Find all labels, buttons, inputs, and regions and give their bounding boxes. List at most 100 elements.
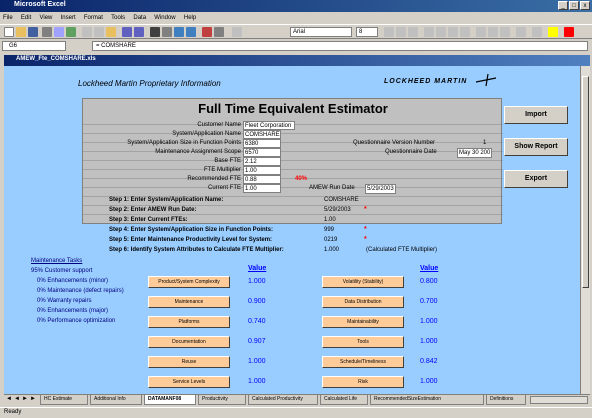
menu-file[interactable]: File xyxy=(0,14,16,22)
function-icon[interactable] xyxy=(162,27,172,37)
step-1-value[interactable]: COMSHARE xyxy=(324,197,359,203)
assignment-scope-value[interactable]: 6570 xyxy=(243,148,281,157)
assignment-scope-label: Maintenance Assignment Scope xyxy=(155,149,241,155)
redo-icon[interactable] xyxy=(134,27,144,37)
attr-button-maintainability[interactable]: Maintainability xyxy=(322,316,404,328)
step-4-value[interactable]: 999 xyxy=(324,227,334,233)
save-icon[interactable] xyxy=(28,27,38,37)
print-icon[interactable] xyxy=(42,27,52,37)
star-logo-icon xyxy=(474,72,498,90)
copy-icon[interactable] xyxy=(94,27,104,37)
vertical-scrollbar[interactable] xyxy=(580,66,590,394)
borders-icon[interactable] xyxy=(532,27,542,37)
base-fte-value: 2.12 xyxy=(243,157,281,166)
menu-view[interactable]: View xyxy=(36,14,55,22)
next-sheet-icon[interactable]: ► xyxy=(22,396,28,402)
minimize-button[interactable]: _ xyxy=(558,1,568,10)
maximize-button[interactable]: □ xyxy=(569,1,579,10)
open-icon[interactable] xyxy=(16,27,26,37)
prev-sheet-icon[interactable]: ◄ xyxy=(14,396,20,402)
paste-icon[interactable] xyxy=(106,27,116,37)
zoom-icon[interactable] xyxy=(232,27,242,37)
customer-name-value[interactable]: Fleet Corporation xyxy=(243,121,295,130)
attr-button-platforms[interactable]: Platforms xyxy=(148,316,230,328)
sort-ascending-icon[interactable] xyxy=(174,27,184,37)
undo-icon[interactable] xyxy=(122,27,132,37)
step-5-value[interactable]: 0219 xyxy=(324,237,337,243)
menu-data[interactable]: Data xyxy=(130,14,149,22)
close-button[interactable]: x xyxy=(580,1,590,10)
name-box[interactable]: G6 xyxy=(2,41,66,51)
sheet-tab[interactable]: RecommendedSizeEstimation xyxy=(370,395,484,405)
sheet-tab[interactable]: Additional Info xyxy=(90,395,142,405)
attr-button-reuse[interactable]: Reuse xyxy=(148,356,230,368)
sheet-tab[interactable]: Calculated Life xyxy=(320,395,368,405)
first-sheet-icon[interactable]: ◄ xyxy=(6,396,12,402)
import-button[interactable]: Import xyxy=(504,106,568,124)
align-center-icon[interactable] xyxy=(436,27,446,37)
sheet-tab[interactable]: Productivity xyxy=(198,395,246,405)
font-color-icon[interactable] xyxy=(564,27,574,37)
system-name-label: System/Application Name xyxy=(172,131,241,137)
underline-icon[interactable] xyxy=(408,27,418,37)
merge-center-icon[interactable] xyxy=(460,27,470,37)
maintenance-task-item: 0% Warranty repairs xyxy=(37,298,92,304)
autosum-icon[interactable] xyxy=(150,27,160,37)
attr-button-schedule[interactable]: Schedule/Timeliness xyxy=(322,356,404,368)
export-button[interactable]: Export xyxy=(504,170,568,188)
toolbar: Arial 8 xyxy=(0,24,592,39)
sheet-tab-active[interactable]: DATAMANF08 xyxy=(144,395,196,405)
align-right-icon[interactable] xyxy=(448,27,458,37)
cut-icon[interactable] xyxy=(82,27,92,37)
attr-button-risk[interactable]: Risk xyxy=(322,376,404,388)
estimator-row: System/Application Name COMSHARE xyxy=(85,130,501,139)
system-name-value[interactable]: COMSHARE xyxy=(243,130,281,139)
chart-wizard-icon[interactable] xyxy=(202,27,212,37)
show-report-button[interactable]: Show Report xyxy=(504,138,568,156)
attr-button-data-distribution[interactable]: Data Distribution xyxy=(322,296,404,308)
bold-icon[interactable] xyxy=(384,27,394,37)
sheet-tab[interactable]: Definitions xyxy=(486,395,526,405)
fill-color-icon[interactable] xyxy=(548,27,558,37)
system-size-value[interactable]: 6380 xyxy=(243,139,281,148)
italic-icon[interactable] xyxy=(396,27,406,37)
comma-icon[interactable] xyxy=(500,27,510,37)
menu-edit[interactable]: Edit xyxy=(18,14,34,22)
indent-icon[interactable] xyxy=(516,27,526,37)
questionnaire-version-label: Questionnaire Version Number xyxy=(353,140,436,146)
worksheet[interactable]: Lockheed Martin Proprietary Information … xyxy=(4,66,580,394)
attr-button-maintenance[interactable]: Maintenance xyxy=(148,296,230,308)
drawing-icon[interactable] xyxy=(214,27,224,37)
menu-format[interactable]: Format xyxy=(81,14,106,22)
formula-input[interactable]: = COMSHARE xyxy=(92,41,588,51)
customer-name-label: Customer Name xyxy=(197,122,241,128)
attr-value: 0.842 xyxy=(420,358,438,365)
attr-button-volatility[interactable]: Volatility (Stability) xyxy=(322,276,404,288)
sheet-tab[interactable]: HC Estimate xyxy=(40,395,88,405)
attr-button-service-levels[interactable]: Service Levels xyxy=(148,376,230,388)
estimator-row: Base FTE 2.12 xyxy=(85,157,501,166)
sheet-tab[interactable]: Calculated Productivity xyxy=(248,395,318,405)
menu-insert[interactable]: Insert xyxy=(58,14,79,22)
fte-multiplier-label: FTE Multiplier xyxy=(203,167,241,173)
menu-window[interactable]: Window xyxy=(151,14,178,22)
attr-button-documentation[interactable]: Documentation xyxy=(148,336,230,348)
scrollbar-thumb[interactable] xyxy=(582,76,589,288)
horizontal-scrollbar[interactable] xyxy=(530,396,588,404)
attr-button-tools[interactable]: Tools xyxy=(322,336,404,348)
font-size-select[interactable]: 8 xyxy=(356,27,378,37)
attr-button-product-complexity[interactable]: Product/System Complexity xyxy=(148,276,230,288)
currency-icon[interactable] xyxy=(476,27,486,37)
font-name-select[interactable]: Arial xyxy=(290,27,352,37)
menu-help[interactable]: Help xyxy=(181,14,199,22)
last-sheet-icon[interactable]: ► xyxy=(30,396,36,402)
percent-icon[interactable] xyxy=(488,27,498,37)
new-icon[interactable] xyxy=(4,27,14,37)
print-preview-icon[interactable] xyxy=(54,27,64,37)
menu-tools[interactable]: Tools xyxy=(108,14,128,22)
step-2-value[interactable]: 5/29/2003 xyxy=(324,207,351,213)
sort-descending-icon[interactable] xyxy=(186,27,196,37)
align-left-icon[interactable] xyxy=(424,27,434,37)
spelling-icon[interactable] xyxy=(66,27,76,37)
step-3-value[interactable]: 1.00 xyxy=(324,217,336,223)
